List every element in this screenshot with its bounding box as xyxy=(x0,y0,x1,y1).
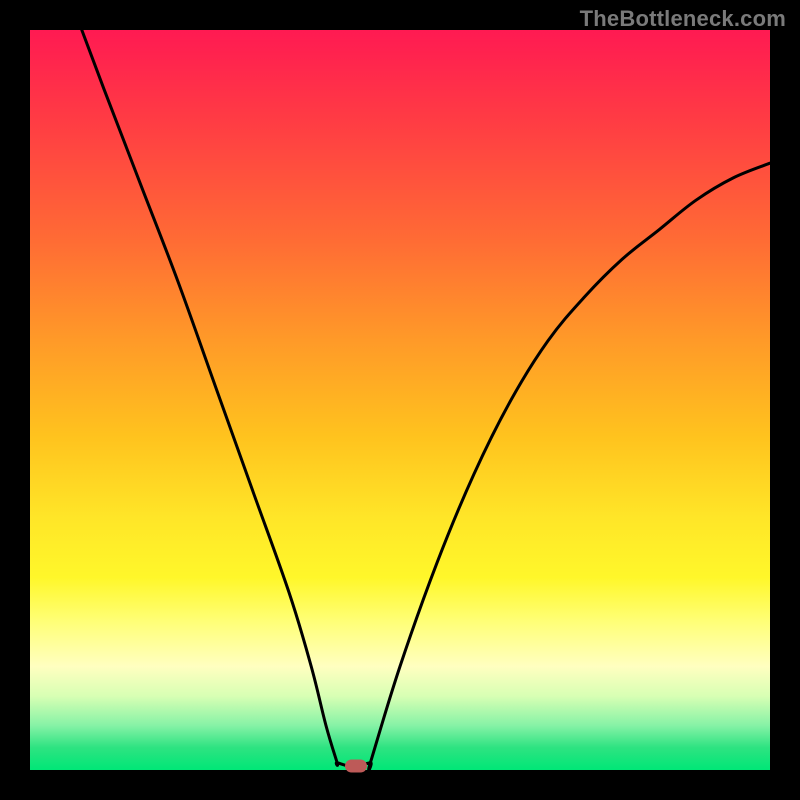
bottleneck-curve-path xyxy=(82,30,770,770)
plot-area xyxy=(30,30,770,770)
curve-svg xyxy=(30,30,770,770)
chart-stage: TheBottleneck.com xyxy=(0,0,800,800)
watermark-text: TheBottleneck.com xyxy=(580,6,786,32)
